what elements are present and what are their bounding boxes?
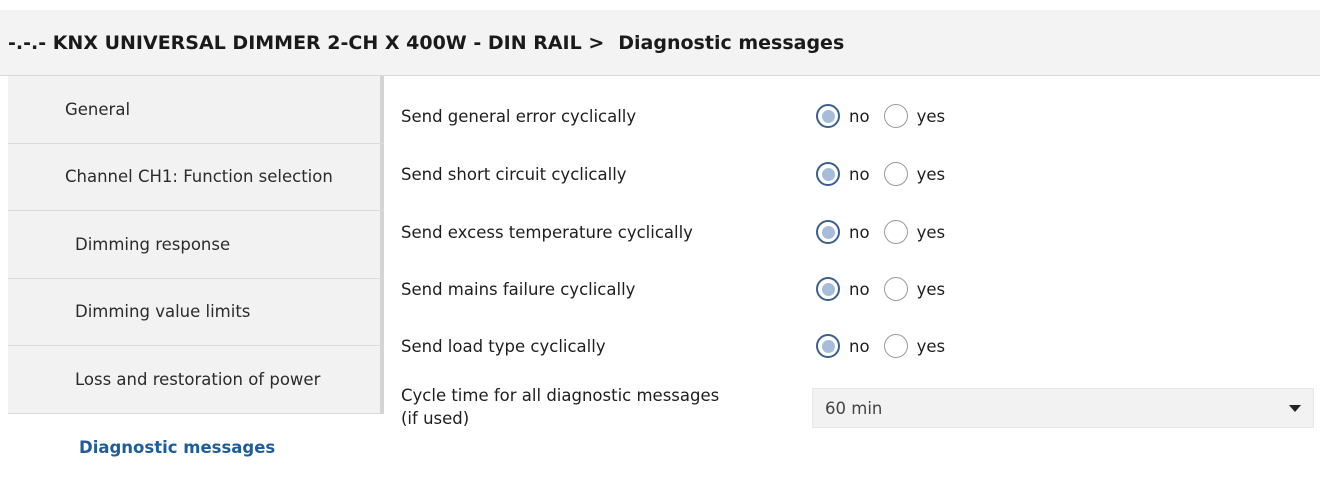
sidebar-item-dimming-value-limits[interactable]: Dimming value limits [8, 278, 384, 346]
setting-row-excess-temperature: Send excess temperature cyclically no ye… [401, 220, 1320, 244]
radio-group: no yes [816, 277, 959, 301]
cycle-time-value: 60 min [825, 398, 883, 418]
sidebar-item-label: Dimming response [75, 234, 231, 254]
setting-label: Send mains failure cyclically [401, 279, 636, 299]
radio-no-label[interactable]: no [849, 337, 870, 356]
page-header: -.-.- KNX UNIVERSAL DIMMER 2-CH X 400W -… [0, 10, 1320, 76]
sidebar-item-diagnostic-messages[interactable]: Diagnostic messages [8, 413, 384, 476]
radio-yes[interactable] [883, 277, 908, 301]
chevron-down-icon[interactable] [1289, 404, 1301, 412]
radio-yes-label[interactable]: yes [917, 337, 946, 356]
sidebar-item-label: General [65, 99, 131, 119]
setting-label: Send load type cyclically [401, 336, 606, 356]
radio-no-label[interactable]: no [849, 107, 870, 126]
radio-no[interactable] [816, 277, 840, 301]
setting-label: Cycle time for all diagnostic messages (… [401, 384, 761, 430]
page-title: Diagnostic messages [618, 31, 845, 54]
radio-yes[interactable] [883, 162, 908, 186]
setting-row-short-circuit: Send short circuit cyclically no yes [401, 162, 1320, 186]
radio-no[interactable] [816, 220, 840, 244]
radio-group: no yes [816, 220, 959, 244]
sidebar-item-dimming-response[interactable]: Dimming response [8, 211, 384, 279]
radio-yes[interactable] [883, 334, 908, 358]
radio-group: no yes [816, 104, 959, 128]
sidebar-item-label: Channel CH1: Function selection [65, 167, 333, 187]
radio-yes-label[interactable]: yes [917, 280, 946, 299]
sidebar-item-label: Loss and restoration of power [75, 369, 321, 389]
sidebar-nav: General Channel CH1: Function selection … [8, 76, 384, 476]
radio-yes-label[interactable]: yes [917, 165, 946, 184]
sidebar-item-label: Dimming value limits [75, 302, 251, 322]
setting-row-mains-failure: Send mains failure cyclically no yes [401, 277, 1320, 301]
radio-no[interactable] [816, 162, 840, 186]
radio-yes-label[interactable]: yes [917, 107, 946, 126]
radio-no[interactable] [816, 334, 840, 358]
setting-label: Send short circuit cyclically [401, 164, 627, 184]
radio-yes[interactable] [883, 104, 908, 128]
setting-label: Send excess temperature cyclically [401, 222, 693, 242]
radio-no-label[interactable]: no [849, 280, 870, 299]
breadcrumb-device[interactable]: -.-.- KNX UNIVERSAL DIMMER 2-CH X 400W -… [8, 32, 604, 54]
radio-group: no yes [816, 162, 959, 186]
sidebar-item-general[interactable]: General [8, 76, 384, 144]
sidebar-item-label: Diagnostic messages [79, 438, 276, 457]
radio-yes[interactable] [883, 220, 908, 244]
radio-no-label[interactable]: no [849, 223, 870, 242]
radio-no[interactable] [816, 104, 840, 128]
sidebar-item-loss-restoration-power[interactable]: Loss and restoration of power [8, 346, 384, 414]
radio-yes-label[interactable]: yes [917, 223, 946, 242]
setting-row-load-type: Send load type cyclically no yes [401, 334, 1320, 358]
cycle-time-select[interactable]: 60 min [812, 388, 1314, 428]
setting-row-general-error: Send general error cyclically no yes [401, 104, 1320, 128]
setting-label-line2: (if used) [401, 409, 470, 428]
radio-no-label[interactable]: no [849, 165, 870, 184]
setting-label-line1: Cycle time for all diagnostic messages [401, 386, 720, 405]
sidebar-item-channel-ch1[interactable]: Channel CH1: Function selection [8, 143, 384, 211]
radio-group: no yes [816, 334, 959, 358]
setting-label: Send general error cyclically [401, 106, 637, 126]
